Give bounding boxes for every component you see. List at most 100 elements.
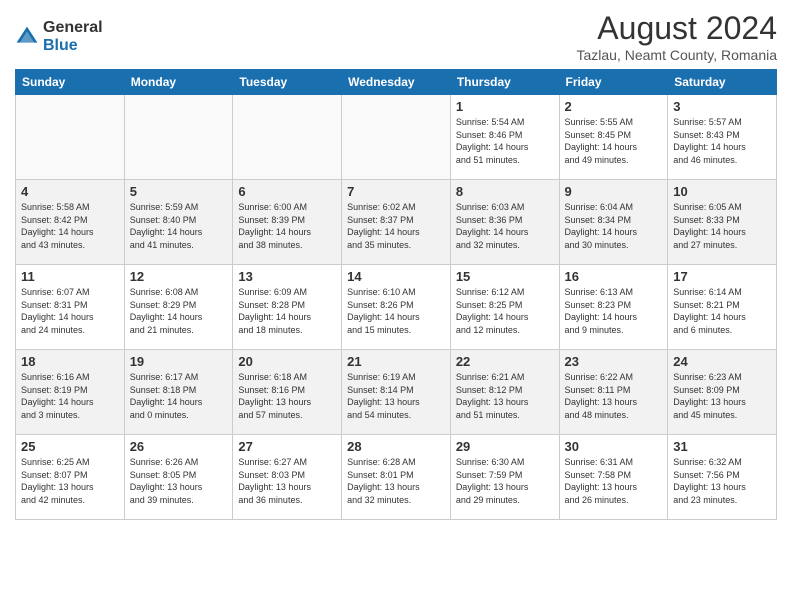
week-row-4: 25 Sunrise: 6:25 AM Sunset: 8:07 PM Dayli… — [16, 435, 777, 520]
day-number-14: 14 — [347, 269, 445, 284]
day-number-3: 3 — [673, 99, 771, 114]
logo-icon — [15, 25, 39, 49]
day-number-27: 27 — [238, 439, 336, 454]
th-thursday: Thursday — [450, 70, 559, 95]
day-info-24: Sunrise: 6:23 AM Sunset: 8:09 PM Dayligh… — [673, 371, 771, 421]
cell-4-6: 31Sunrise: 6:32 AM Sunset: 7:56 PM Dayli… — [668, 435, 777, 520]
cell-2-5: 16 Sunrise: 6:13 AM Sunset: 8:23 PM Dayli… — [559, 265, 668, 350]
day-info-25: Sunrise: 6:25 AM Sunset: 8:07 PM Dayligh… — [21, 456, 119, 506]
cell-3-6: 24 Sunrise: 6:23 AM Sunset: 8:09 PM Dayli… — [668, 350, 777, 435]
cell-0-3 — [342, 95, 451, 180]
header-row: Sunday Monday Tuesday Wednesday Thursday… — [16, 70, 777, 95]
th-saturday: Saturday — [668, 70, 777, 95]
day-info-20: Sunrise: 6:18 AM Sunset: 8:16 PM Dayligh… — [238, 371, 336, 421]
day-info-27: Sunrise: 6:27 AM Sunset: 8:03 PM Dayligh… — [238, 456, 336, 506]
day-info-17: Sunrise: 6:14 AM Sunset: 8:21 PM Dayligh… — [673, 286, 771, 336]
day-number-16: 16 — [565, 269, 663, 284]
cell-0-5: 2 Sunrise: 5:55 AM Sunset: 8:45 PM Daylig… — [559, 95, 668, 180]
logo-blue: Blue — [43, 37, 103, 55]
cell-2-2: 13Sunrise: 6:09 AM Sunset: 8:28 PM Dayli… — [233, 265, 342, 350]
logo-general: General — [43, 19, 103, 37]
cell-1-2: 6 Sunrise: 6:00 AM Sunset: 8:39 PM Daylig… — [233, 180, 342, 265]
week-row-2: 11 Sunrise: 6:07 AM Sunset: 8:31 PM Dayli… — [16, 265, 777, 350]
day-info-15: Sunrise: 6:12 AM Sunset: 8:25 PM Dayligh… — [456, 286, 554, 336]
day-info-26: Sunrise: 6:26 AM Sunset: 8:05 PM Dayligh… — [130, 456, 228, 506]
cell-0-2 — [233, 95, 342, 180]
day-number-21: 21 — [347, 354, 445, 369]
th-sunday: Sunday — [16, 70, 125, 95]
th-tuesday: Tuesday — [233, 70, 342, 95]
day-info-3: Sunrise: 5:57 AM Sunset: 8:43 PM Dayligh… — [673, 116, 771, 166]
day-number-4: 4 — [21, 184, 119, 199]
day-number-17: 17 — [673, 269, 771, 284]
day-number-5: 5 — [130, 184, 228, 199]
day-info-5: Sunrise: 5:59 AM Sunset: 8:40 PM Dayligh… — [130, 201, 228, 251]
logo: General Blue — [15, 19, 103, 54]
day-info-28: Sunrise: 6:28 AM Sunset: 8:01 PM Dayligh… — [347, 456, 445, 506]
day-number-9: 9 — [565, 184, 663, 199]
th-wednesday: Wednesday — [342, 70, 451, 95]
th-friday: Friday — [559, 70, 668, 95]
day-info-23: Sunrise: 6:22 AM Sunset: 8:11 PM Dayligh… — [565, 371, 663, 421]
day-number-1: 1 — [456, 99, 554, 114]
header: General Blue August 2024 Tazlau, Neamt C… — [15, 10, 777, 63]
cell-0-4: 1 Sunrise: 5:54 AM Sunset: 8:46 PM Daylig… — [450, 95, 559, 180]
day-number-24: 24 — [673, 354, 771, 369]
main-title: August 2024 — [577, 10, 778, 47]
day-number-15: 15 — [456, 269, 554, 284]
day-number-11: 11 — [21, 269, 119, 284]
day-info-30: Sunrise: 6:31 AM Sunset: 7:58 PM Dayligh… — [565, 456, 663, 506]
day-number-18: 18 — [21, 354, 119, 369]
cell-3-3: 21 Sunrise: 6:19 AM Sunset: 8:14 PM Dayli… — [342, 350, 451, 435]
cell-1-1: 5 Sunrise: 5:59 AM Sunset: 8:40 PM Daylig… — [124, 180, 233, 265]
day-info-4: Sunrise: 5:58 AM Sunset: 8:42 PM Dayligh… — [21, 201, 119, 251]
week-row-1: 4 Sunrise: 5:58 AM Sunset: 8:42 PM Daylig… — [16, 180, 777, 265]
cell-1-4: 8Sunrise: 6:03 AM Sunset: 8:36 PM Daylig… — [450, 180, 559, 265]
day-number-7: 7 — [347, 184, 445, 199]
calendar-header: Sunday Monday Tuesday Wednesday Thursday… — [16, 70, 777, 95]
cell-2-0: 11 Sunrise: 6:07 AM Sunset: 8:31 PM Dayli… — [16, 265, 125, 350]
cell-4-0: 25 Sunrise: 6:25 AM Sunset: 8:07 PM Dayli… — [16, 435, 125, 520]
day-number-10: 10 — [673, 184, 771, 199]
day-number-25: 25 — [21, 439, 119, 454]
cell-3-4: 22Sunrise: 6:21 AM Sunset: 8:12 PM Dayli… — [450, 350, 559, 435]
cell-3-2: 20 Sunrise: 6:18 AM Sunset: 8:16 PM Dayli… — [233, 350, 342, 435]
th-monday: Monday — [124, 70, 233, 95]
cell-4-3: 28 Sunrise: 6:28 AM Sunset: 8:01 PM Dayli… — [342, 435, 451, 520]
subtitle: Tazlau, Neamt County, Romania — [577, 47, 778, 63]
cell-4-5: 30 Sunrise: 6:31 AM Sunset: 7:58 PM Dayli… — [559, 435, 668, 520]
day-info-19: Sunrise: 6:17 AM Sunset: 8:18 PM Dayligh… — [130, 371, 228, 421]
day-info-29: Sunrise: 6:30 AM Sunset: 7:59 PM Dayligh… — [456, 456, 554, 506]
day-info-13: Sunrise: 6:09 AM Sunset: 8:28 PM Dayligh… — [238, 286, 336, 336]
cell-1-3: 7Sunrise: 6:02 AM Sunset: 8:37 PM Daylig… — [342, 180, 451, 265]
day-info-11: Sunrise: 6:07 AM Sunset: 8:31 PM Dayligh… — [21, 286, 119, 336]
cell-0-0 — [16, 95, 125, 180]
cell-4-2: 27 Sunrise: 6:27 AM Sunset: 8:03 PM Dayli… — [233, 435, 342, 520]
day-info-31: Sunrise: 6:32 AM Sunset: 7:56 PM Dayligh… — [673, 456, 771, 506]
calendar-body: 1 Sunrise: 5:54 AM Sunset: 8:46 PM Daylig… — [16, 95, 777, 520]
day-info-21: Sunrise: 6:19 AM Sunset: 8:14 PM Dayligh… — [347, 371, 445, 421]
day-number-12: 12 — [130, 269, 228, 284]
day-info-6: Sunrise: 6:00 AM Sunset: 8:39 PM Dayligh… — [238, 201, 336, 251]
cell-0-6: 3 Sunrise: 5:57 AM Sunset: 8:43 PM Daylig… — [668, 95, 777, 180]
day-number-20: 20 — [238, 354, 336, 369]
day-info-14: Sunrise: 6:10 AM Sunset: 8:26 PM Dayligh… — [347, 286, 445, 336]
day-number-19: 19 — [130, 354, 228, 369]
page: General Blue August 2024 Tazlau, Neamt C… — [0, 0, 792, 612]
cell-3-5: 23 Sunrise: 6:22 AM Sunset: 8:11 PM Dayli… — [559, 350, 668, 435]
week-row-0: 1 Sunrise: 5:54 AM Sunset: 8:46 PM Daylig… — [16, 95, 777, 180]
cell-2-3: 14 Sunrise: 6:10 AM Sunset: 8:26 PM Dayli… — [342, 265, 451, 350]
day-info-1: Sunrise: 5:54 AM Sunset: 8:46 PM Dayligh… — [456, 116, 554, 166]
cell-2-1: 12Sunrise: 6:08 AM Sunset: 8:29 PM Dayli… — [124, 265, 233, 350]
day-number-23: 23 — [565, 354, 663, 369]
cell-1-5: 9Sunrise: 6:04 AM Sunset: 8:34 PM Daylig… — [559, 180, 668, 265]
day-info-2: Sunrise: 5:55 AM Sunset: 8:45 PM Dayligh… — [565, 116, 663, 166]
cell-1-6: 10 Sunrise: 6:05 AM Sunset: 8:33 PM Dayli… — [668, 180, 777, 265]
day-number-6: 6 — [238, 184, 336, 199]
day-number-30: 30 — [565, 439, 663, 454]
day-number-2: 2 — [565, 99, 663, 114]
day-info-10: Sunrise: 6:05 AM Sunset: 8:33 PM Dayligh… — [673, 201, 771, 251]
day-number-28: 28 — [347, 439, 445, 454]
day-info-16: Sunrise: 6:13 AM Sunset: 8:23 PM Dayligh… — [565, 286, 663, 336]
week-row-3: 18Sunrise: 6:16 AM Sunset: 8:19 PM Dayli… — [16, 350, 777, 435]
